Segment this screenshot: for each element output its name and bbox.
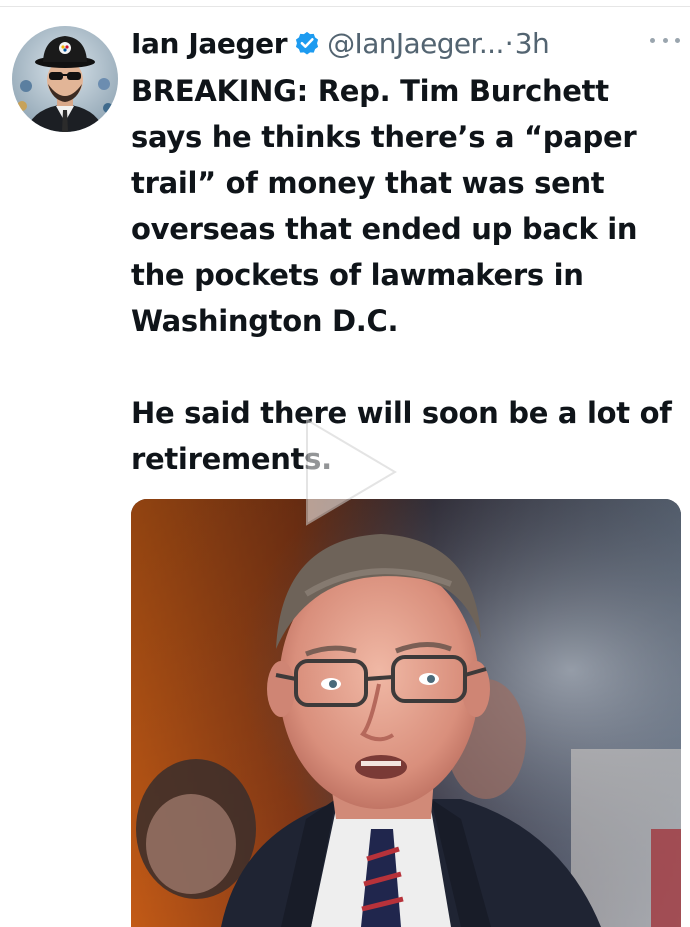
avatar[interactable] xyxy=(12,26,118,132)
verified-badge-icon xyxy=(293,29,321,57)
timestamp[interactable]: 3h xyxy=(515,27,550,60)
tweet-header: Ian Jaeger @IanJaeger... · 3h xyxy=(131,22,550,64)
header-separator: · xyxy=(504,26,514,60)
tweet-text: BREAKING: Rep. Tim Burchett says he thin… xyxy=(131,68,679,482)
tweet[interactable]: Ian Jaeger @IanJaeger... · 3h BREAKING: … xyxy=(0,0,690,927)
display-name[interactable]: Ian Jaeger xyxy=(131,27,288,60)
tweet-paragraph-1: BREAKING: Rep. Tim Burchett says he thin… xyxy=(131,74,638,338)
more-options-icon[interactable] xyxy=(650,28,680,52)
tweet-paragraph-2: He said there will soon be a lot of reti… xyxy=(131,396,672,476)
tweet-media-image[interactable] xyxy=(131,499,681,927)
play-icon[interactable] xyxy=(295,412,405,532)
user-handle[interactable]: @IanJaeger... xyxy=(327,27,504,60)
